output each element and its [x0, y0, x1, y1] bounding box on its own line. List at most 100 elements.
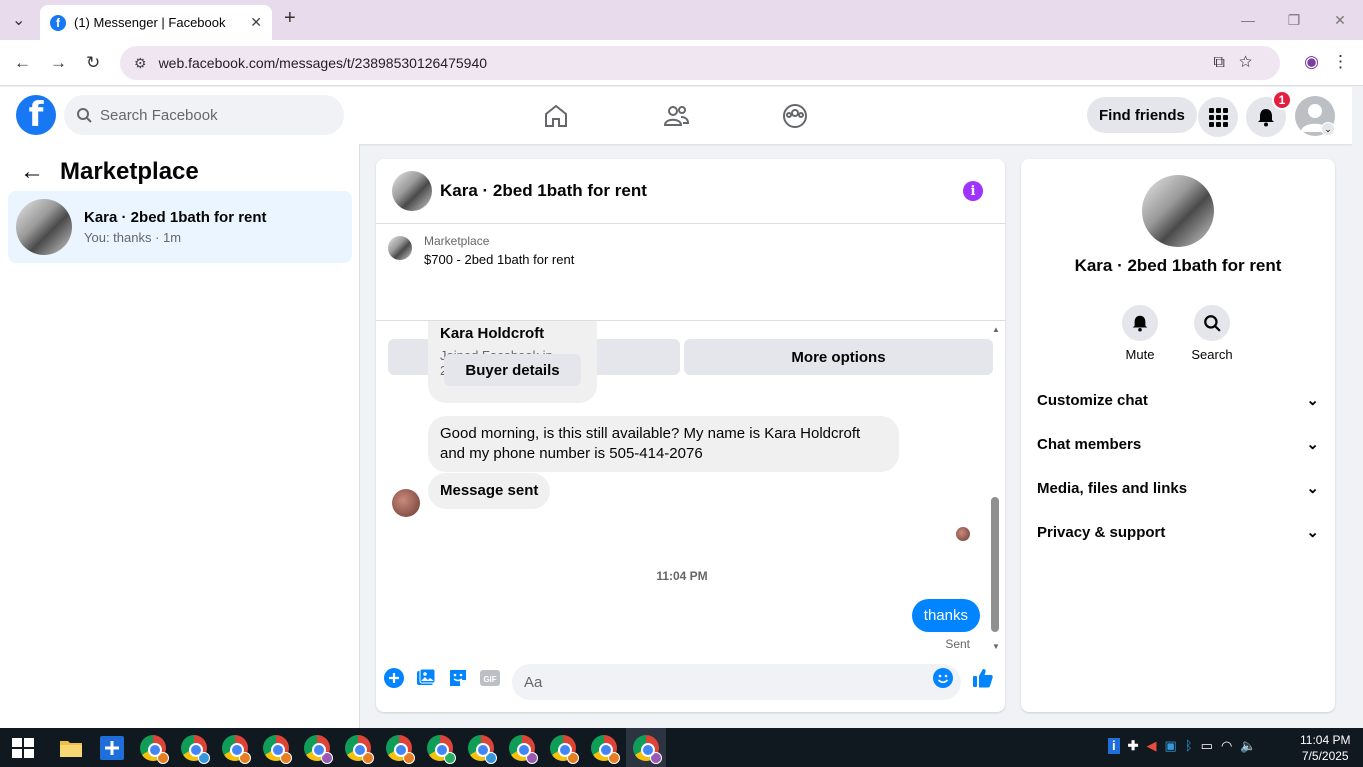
listing-title[interactable]: $700 - 2bed 1bath for rent: [424, 252, 574, 267]
chat-members-row[interactable]: Chat members ⌄: [1037, 422, 1319, 466]
chat-thumbnail[interactable]: [392, 171, 432, 211]
chrome-icon[interactable]: [386, 735, 415, 764]
groups-icon[interactable]: [780, 101, 810, 131]
chevron-down-icon: ⌄: [1306, 392, 1319, 409]
chrome-icon[interactable]: [181, 735, 210, 764]
omnibox[interactable]: ⚙ web.facebook.com/messages/t/2389853012…: [120, 46, 1280, 80]
url-text[interactable]: web.facebook.com/messages/t/238985301264…: [159, 55, 487, 71]
incoming-message[interactable]: Good morning, is this still available? M…: [428, 416, 899, 472]
home-icon[interactable]: [541, 101, 571, 131]
friends-icon[interactable]: [661, 101, 691, 131]
chevron-down-icon: ⌄: [1306, 524, 1319, 541]
chrome-icon[interactable]: [263, 735, 292, 764]
bluetooth-tray-icon[interactable]: ᛒ: [1185, 738, 1193, 754]
scroll-up-icon[interactable]: ▲: [992, 325, 1000, 334]
browser-tab[interactable]: f (1) Messenger | Facebook ✕: [40, 5, 272, 40]
sender-avatar[interactable]: [392, 489, 420, 517]
search-input[interactable]: [100, 106, 320, 124]
speaker-muted-tray-icon[interactable]: ◀: [1147, 738, 1157, 754]
photo-icon[interactable]: [415, 667, 437, 689]
find-friends-button[interactable]: Find friends: [1087, 97, 1197, 133]
windows-start-icon[interactable]: [12, 738, 34, 758]
outgoing-message[interactable]: thanks: [911, 599, 980, 632]
search-box[interactable]: [64, 95, 344, 135]
facebook-header: f Find friends 1 ⌄: [0, 87, 1352, 144]
buyer-details-button[interactable]: Buyer details: [444, 354, 581, 386]
privacy-support-row[interactable]: Privacy & support ⌄: [1037, 510, 1319, 554]
restore-icon[interactable]: ❐: [1271, 0, 1317, 40]
forward-icon[interactable]: →: [50, 53, 67, 73]
section-label: Chat members: [1037, 435, 1142, 453]
facebook-favicon-icon: f: [50, 14, 66, 31]
profile-icon[interactable]: ◉: [1304, 52, 1319, 72]
scrollbar-thumb[interactable]: [991, 497, 999, 632]
search-action[interactable]: Search: [1182, 305, 1242, 362]
panel-title: Marketplace: [60, 158, 199, 185]
conversation-item[interactable]: Kara · 2bed 1bath for rent You: thanks ·…: [8, 191, 352, 263]
customize-chat-row[interactable]: Customize chat ⌄: [1037, 378, 1319, 422]
gif-icon[interactable]: GIF: [479, 667, 501, 689]
buyer-name: Kara Holdcroft: [440, 325, 545, 342]
back-arrow-icon[interactable]: ←: [20, 158, 44, 186]
network-adapter-tray-icon[interactable]: ▣: [1165, 738, 1177, 754]
message-input[interactable]: [512, 664, 961, 700]
mute-action[interactable]: Mute: [1110, 305, 1170, 362]
section-label: Customize chat: [1037, 391, 1148, 409]
facebook-logo-icon[interactable]: f: [16, 95, 56, 135]
plus-tray-icon[interactable]: ✚: [1128, 738, 1139, 754]
message-timestamp: 11:04 PM: [656, 569, 708, 583]
chat-scrollbar[interactable]: ▲ ▼: [990, 321, 1002, 653]
wifi-tray-icon[interactable]: ◠: [1221, 738, 1232, 754]
clock-date: 7/5/2025: [1301, 749, 1349, 763]
info-icon[interactable]: i: [963, 181, 983, 201]
info-tray-icon[interactable]: i: [1108, 738, 1120, 754]
volume-tray-icon[interactable]: 🔈: [1240, 738, 1256, 754]
back-icon[interactable]: ←: [14, 53, 31, 73]
close-tab-icon[interactable]: ✕: [250, 14, 262, 31]
plus-app-icon[interactable]: [99, 735, 125, 761]
chrome-icon[interactable]: [140, 735, 169, 764]
menu-grid-icon: [1209, 108, 1228, 127]
tab-list-icon[interactable]: ⌄: [12, 10, 25, 30]
taskbar-clock[interactable]: 11:04 PM 7/5/2025: [1300, 732, 1350, 764]
bell-icon: [1132, 315, 1148, 332]
chat-info-title: Kara · 2bed 1bath for rent: [1074, 256, 1282, 275]
bookmark-star-icon[interactable]: ☆: [1239, 54, 1266, 71]
chrome-icon[interactable]: [550, 735, 579, 764]
page-scrollbar[interactable]: [1352, 87, 1363, 728]
sticker-icon[interactable]: [447, 667, 469, 689]
incoming-message[interactable]: Message sent: [428, 473, 551, 509]
section-label: Privacy & support: [1037, 523, 1166, 541]
conversation-name: Kara · 2bed 1bath for rent: [84, 209, 267, 226]
media-files-links-row[interactable]: Media, files and links ⌄: [1037, 466, 1319, 510]
scroll-down-icon[interactable]: ▼: [992, 642, 1000, 651]
message-status: Sent: [945, 637, 970, 651]
chrome-icon[interactable]: [468, 735, 497, 764]
message-list[interactable]: Kara Holdcroft Joined Facebook in 2024 B…: [376, 321, 1005, 653]
marketplace-label: Marketplace: [424, 234, 490, 248]
minimize-icon[interactable]: —: [1225, 0, 1271, 40]
chrome-icon[interactable]: [591, 735, 620, 764]
chat-header: Kara · 2bed 1bath for rent i: [376, 159, 1005, 224]
site-settings-icon[interactable]: ⚙: [134, 55, 147, 72]
close-window-icon[interactable]: ✕: [1317, 0, 1363, 40]
chrome-icon[interactable]: [509, 735, 538, 764]
emoji-icon[interactable]: [932, 667, 954, 689]
install-app-icon[interactable]: ⧉: [1214, 54, 1239, 71]
battery-tray-icon[interactable]: ▭: [1201, 738, 1213, 754]
chrome-icon[interactable]: [633, 735, 662, 764]
new-tab-icon[interactable]: +: [284, 7, 296, 30]
plus-circle-icon[interactable]: [383, 667, 405, 689]
thumbs-up-icon[interactable]: [972, 667, 994, 689]
chrome-icon[interactable]: [222, 735, 251, 764]
chrome-icon[interactable]: [304, 735, 333, 764]
chrome-icon[interactable]: [427, 735, 456, 764]
chat-photo[interactable]: [1142, 175, 1214, 247]
file-explorer-icon[interactable]: [58, 735, 84, 761]
chrome-menu-icon[interactable]: ⋮: [1332, 52, 1349, 72]
chat-title[interactable]: Kara · 2bed 1bath for rent: [440, 181, 647, 201]
chevron-down-icon[interactable]: ⌄: [1321, 122, 1335, 136]
chrome-icon[interactable]: [345, 735, 374, 764]
menu-grid-button[interactable]: [1198, 97, 1238, 137]
reload-icon[interactable]: ↻: [86, 53, 100, 73]
